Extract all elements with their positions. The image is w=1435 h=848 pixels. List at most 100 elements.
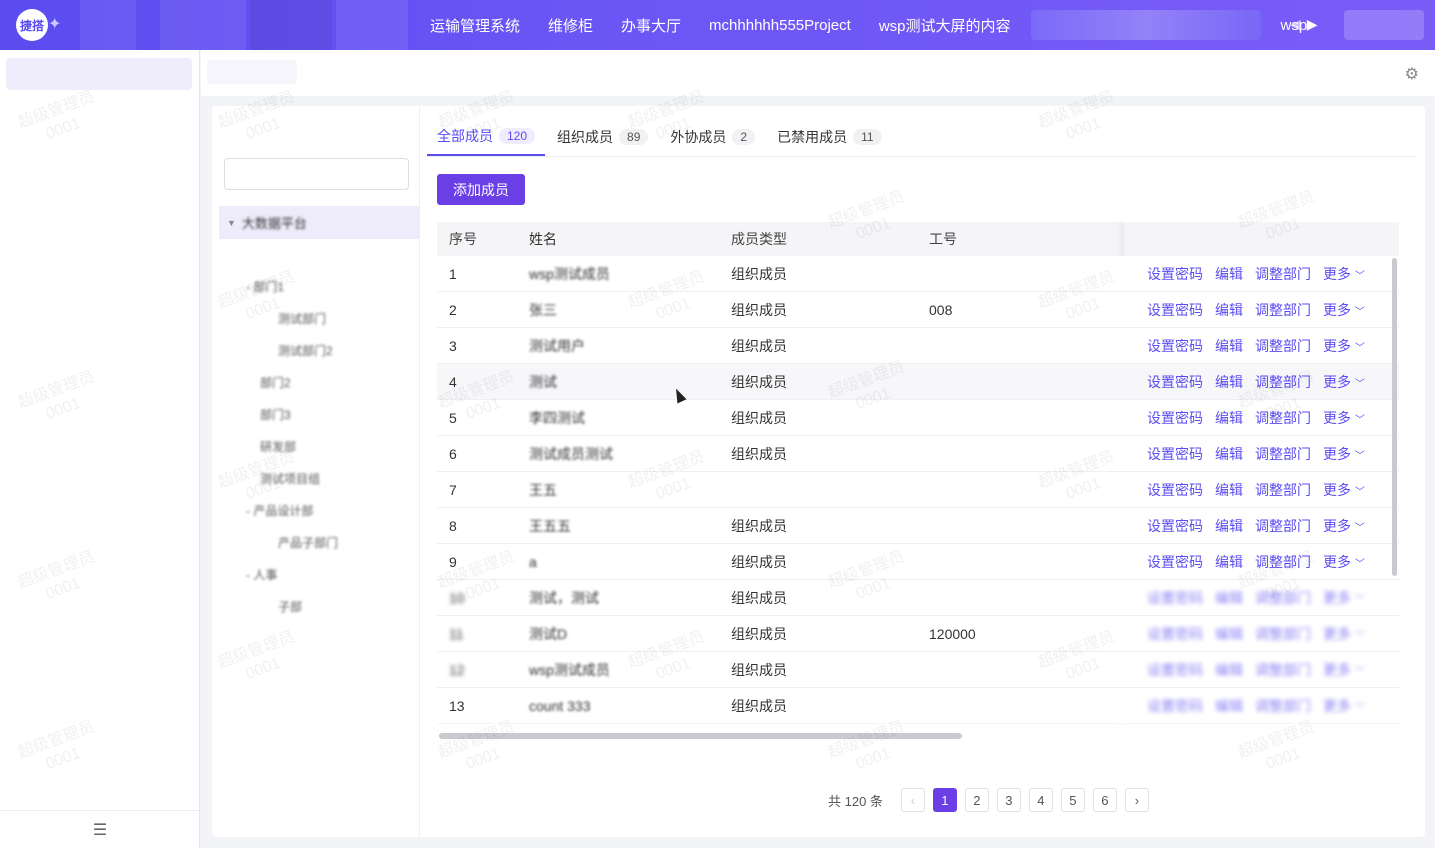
edit-link[interactable]: 编辑	[1215, 588, 1243, 608]
tree-node[interactable]: - 部门1	[246, 278, 284, 295]
more-dropdown[interactable]: 更多 ﹀	[1323, 444, 1365, 464]
nav-item-dashboard[interactable]: wsp测试大屏的内容	[865, 15, 1025, 36]
adjust-dept-link[interactable]: 调整部门	[1255, 660, 1311, 680]
table-row[interactable]: 6 测试成员测试 组织成员 设置密码 编辑 调整部门 更多 ﹀	[437, 436, 1399, 472]
edit-link[interactable]: 编辑	[1215, 480, 1243, 500]
edit-link[interactable]: 编辑	[1215, 300, 1243, 320]
blurred-nav-item[interactable]	[1030, 10, 1261, 40]
set-password-link[interactable]: 设置密码	[1147, 372, 1203, 392]
adjust-dept-link[interactable]: 调整部门	[1255, 444, 1311, 464]
more-dropdown[interactable]: 更多 ﹀	[1323, 552, 1365, 572]
page-button[interactable]: 6	[1092, 788, 1117, 812]
table-row[interactable]: 11 测试D 组织成员 120000 设置密码 编辑 调整部门 更多 ﹀	[437, 616, 1399, 652]
adjust-dept-link[interactable]: 调整部门	[1255, 516, 1311, 536]
table-row[interactable]: 1 wsp测试成员 组织成员 设置密码 编辑 调整部门 更多 ﹀	[437, 256, 1399, 292]
adjust-dept-link[interactable]: 调整部门	[1255, 480, 1311, 500]
more-dropdown[interactable]: 更多 ﹀	[1323, 408, 1365, 428]
page-button[interactable]: 2	[964, 788, 989, 812]
sidebar-item-active[interactable]	[6, 58, 192, 90]
table-row[interactable]: 10 测试，测试 组织成员 设置密码 编辑 调整部门 更多 ﹀	[437, 580, 1399, 616]
more-dropdown[interactable]: 更多 ﹀	[1323, 336, 1365, 356]
tab-external-members[interactable]: 外协成员 2	[660, 118, 765, 156]
adjust-dept-link[interactable]: 调整部门	[1255, 264, 1311, 284]
set-password-link[interactable]: 设置密码	[1147, 444, 1203, 464]
caret-left-icon[interactable]: ◀	[1290, 16, 1301, 33]
set-password-link[interactable]: 设置密码	[1147, 624, 1203, 644]
table-row[interactable]: 8 王五五 组织成员 设置密码 编辑 调整部门 更多 ﹀	[437, 508, 1399, 544]
tree-node[interactable]: 测试项目组	[260, 470, 320, 487]
tree-node[interactable]: 部门3	[260, 406, 291, 423]
more-dropdown[interactable]: 更多 ﹀	[1323, 624, 1365, 644]
table-row[interactable]: 3 测试用户 组织成员 设置密码 编辑 调整部门 更多 ﹀	[437, 328, 1399, 364]
table-row[interactable]: 9 a 组织成员 设置密码 编辑 调整部门 更多 ﹀	[437, 544, 1399, 580]
more-dropdown[interactable]: 更多 ﹀	[1323, 264, 1365, 284]
nav-item-repair-cabinet[interactable]: 维修柜	[534, 15, 607, 36]
app-logo[interactable]: 捷搭	[16, 9, 48, 41]
more-dropdown[interactable]: 更多 ﹀	[1323, 516, 1365, 536]
vertical-scrollbar[interactable]	[1392, 258, 1397, 576]
adjust-dept-link[interactable]: 调整部门	[1255, 588, 1311, 608]
tree-node[interactable]: - 人事	[246, 566, 277, 583]
gear-icon[interactable]: ⚙	[1405, 64, 1419, 84]
nav-item-service-hall[interactable]: 办事大厅	[607, 15, 695, 36]
tree-node[interactable]: - 产品设计部	[246, 502, 313, 519]
horizontal-scrollbar[interactable]	[439, 733, 962, 739]
tree-search-input[interactable]	[224, 158, 409, 190]
add-member-button[interactable]: 添加成员	[437, 174, 525, 205]
page-button[interactable]: 3	[996, 788, 1021, 812]
nav-item-transport[interactable]: 运输管理系统	[416, 15, 534, 36]
page-button[interactable]: 4	[1028, 788, 1053, 812]
set-password-link[interactable]: 设置密码	[1147, 516, 1203, 536]
adjust-dept-link[interactable]: 调整部门	[1255, 336, 1311, 356]
tree-root-node[interactable]: ▼ 大数据平台	[219, 206, 420, 239]
set-password-link[interactable]: 设置密码	[1147, 480, 1203, 500]
tree-node[interactable]: 研发部	[260, 438, 296, 455]
adjust-dept-link[interactable]: 调整部门	[1255, 624, 1311, 644]
edit-link[interactable]: 编辑	[1215, 372, 1243, 392]
tab-disabled-members[interactable]: 已禁用成员 11	[767, 118, 891, 156]
more-dropdown[interactable]: 更多 ﹀	[1323, 480, 1365, 500]
tree-node[interactable]: 子部	[278, 598, 302, 615]
adjust-dept-link[interactable]: 调整部门	[1255, 408, 1311, 428]
edit-link[interactable]: 编辑	[1215, 624, 1243, 644]
nav-item-project[interactable]: mchhhhhh555Project	[695, 17, 865, 34]
edit-link[interactable]: 编辑	[1215, 660, 1243, 680]
table-row[interactable]: 5 李四测试 组织成员 设置密码 编辑 调整部门 更多 ﹀	[437, 400, 1399, 436]
edit-link[interactable]: 编辑	[1215, 516, 1243, 536]
adjust-dept-link[interactable]: 调整部门	[1255, 552, 1311, 572]
tab-all-members[interactable]: 全部成员 120	[427, 118, 546, 156]
table-row[interactable]: 4 测试 组织成员 设置密码 编辑 调整部门 更多 ﹀	[437, 364, 1399, 400]
more-dropdown[interactable]: 更多 ﹀	[1323, 588, 1365, 608]
user-avatar-area[interactable]	[1344, 10, 1424, 40]
tab-org-members[interactable]: 组织成员 89	[547, 118, 658, 156]
more-dropdown[interactable]: 更多 ﹀	[1323, 696, 1365, 716]
set-password-link[interactable]: 设置密码	[1147, 264, 1203, 284]
set-password-link[interactable]: 设置密码	[1147, 336, 1203, 356]
adjust-dept-link[interactable]: 调整部门	[1255, 300, 1311, 320]
edit-link[interactable]: 编辑	[1215, 336, 1243, 356]
more-dropdown[interactable]: 更多 ﹀	[1323, 372, 1365, 392]
page-button[interactable]: 1	[932, 788, 957, 812]
edit-link[interactable]: 编辑	[1215, 552, 1243, 572]
prev-page-icon[interactable]: ‹	[900, 788, 925, 812]
set-password-link[interactable]: 设置密码	[1147, 552, 1203, 572]
edit-link[interactable]: 编辑	[1215, 444, 1243, 464]
set-password-link[interactable]: 设置密码	[1147, 696, 1203, 716]
page-button[interactable]: 5	[1060, 788, 1085, 812]
set-password-link[interactable]: 设置密码	[1147, 300, 1203, 320]
set-password-link[interactable]: 设置密码	[1147, 588, 1203, 608]
adjust-dept-link[interactable]: 调整部门	[1255, 372, 1311, 392]
caret-right-icon[interactable]: ▶	[1307, 16, 1318, 33]
table-row[interactable]: 7 王五 设置密码 编辑 调整部门 更多 ﹀	[437, 472, 1399, 508]
collapse-sidebar-icon[interactable]: ☰	[0, 810, 200, 848]
more-dropdown[interactable]: 更多 ﹀	[1323, 660, 1365, 680]
edit-link[interactable]: 编辑	[1215, 264, 1243, 284]
table-row[interactable]: 12 wsp测试成员 组织成员 设置密码 编辑 调整部门 更多 ﹀	[437, 652, 1399, 688]
edit-link[interactable]: 编辑	[1215, 408, 1243, 428]
next-page-icon[interactable]: ›	[1124, 788, 1149, 812]
table-row[interactable]: 2 张三 组织成员 008 设置密码 编辑 调整部门 更多 ﹀	[437, 292, 1399, 328]
more-dropdown[interactable]: 更多 ﹀	[1323, 300, 1365, 320]
adjust-dept-link[interactable]: 调整部门	[1255, 696, 1311, 716]
set-password-link[interactable]: 设置密码	[1147, 660, 1203, 680]
set-password-link[interactable]: 设置密码	[1147, 408, 1203, 428]
